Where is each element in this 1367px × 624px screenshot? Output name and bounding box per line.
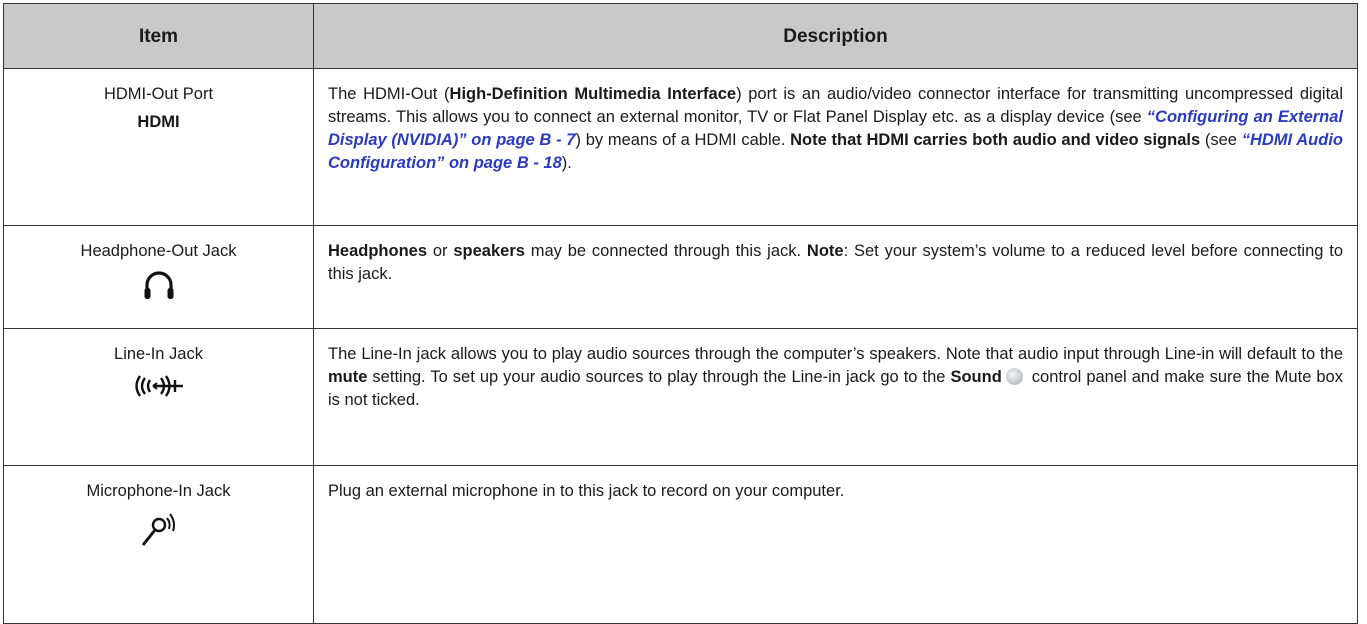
description-cell: Plug an external microphone in to this j… [313,465,1358,624]
description-cell: Headphones or speakers may be connected … [313,225,1358,329]
table-row-microphone: Microphone-In Jack Plug an external micr… [3,465,1358,624]
headphone-icon [144,271,173,299]
microphone-icon [141,513,175,546]
table-row-line-in: Line-In Jack The Line-In jack allows you… [3,328,1358,466]
item-title: Line-In Jack [114,345,203,363]
line-in-icon [134,375,183,397]
item-title: Microphone-In Jack [86,482,231,500]
ports-table: Item Description HDMI-Out Port HDMI The … [3,3,1358,624]
item-title: HDMI-Out Port [103,85,214,103]
table-header-row: Item Description [3,3,1358,69]
item-title: Headphone-Out Jack [80,242,237,260]
header-description: Description [313,3,1358,69]
description-cell: The Line-In jack allows you to play audi… [313,328,1358,466]
table-row-headphone: Headphone-Out Jack Headphones or speaker… [3,225,1358,329]
item-subtitle: HDMI [137,113,180,131]
item-cell: Line-In Jack [3,328,314,466]
header-item: Item [3,3,314,69]
item-cell: Headphone-Out Jack [3,225,314,329]
item-cell: HDMI-Out Port HDMI [3,68,314,226]
table-row-hdmi: HDMI-Out Port HDMI The HDMI-Out (High-De… [3,68,1358,226]
sound-control-panel-icon [1005,368,1023,385]
item-cell: Microphone-In Jack [3,465,314,624]
description-cell: The HDMI-Out (High-Definition Multimedia… [313,68,1358,226]
